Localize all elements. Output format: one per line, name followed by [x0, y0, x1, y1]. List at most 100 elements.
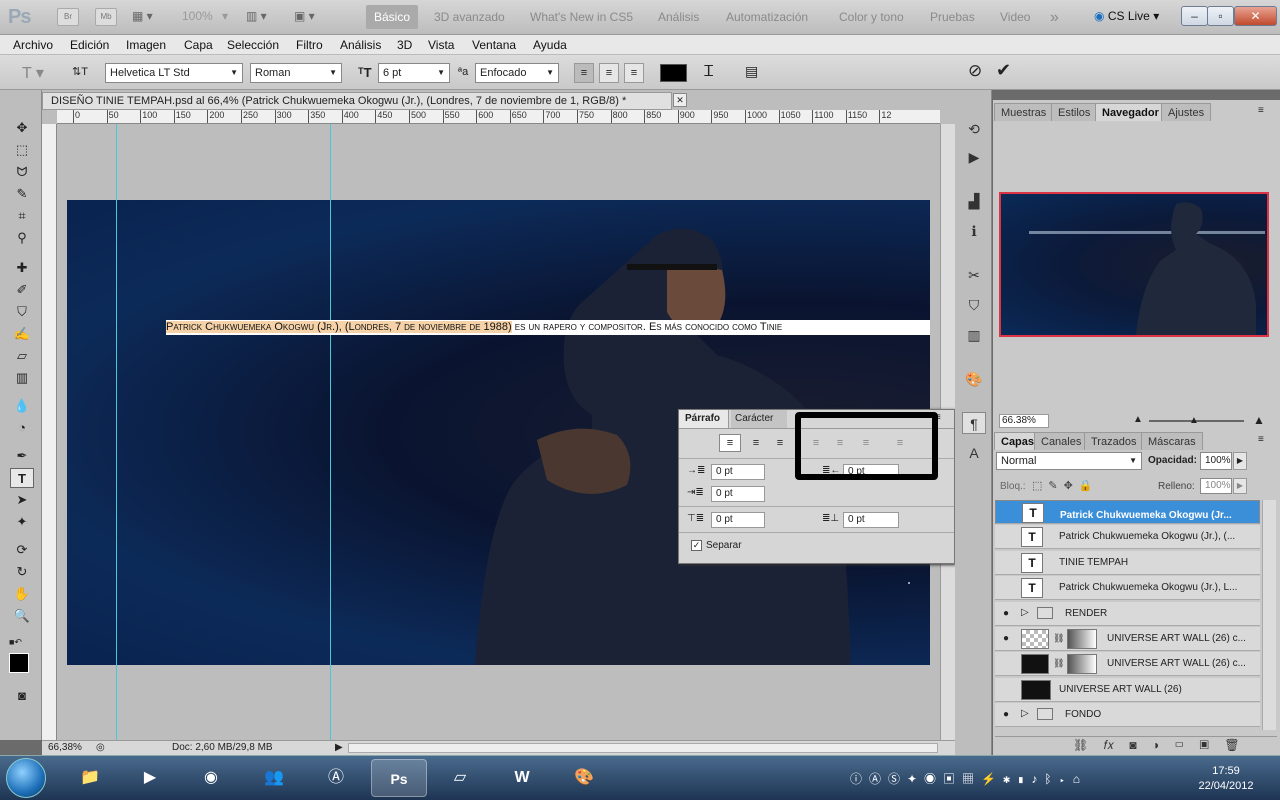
- quick-selection-tool-icon[interactable]: ✎: [10, 184, 34, 204]
- lock-icons[interactable]: ⬚✎✥🔒: [1032, 479, 1099, 492]
- type-tool-icon[interactable]: T: [10, 468, 34, 488]
- indent-left-field[interactable]: 0 pt: [711, 464, 765, 480]
- opacity-arrow-icon[interactable]: ▶: [1233, 452, 1247, 470]
- paragraph-panel-icon[interactable]: ¶: [962, 412, 986, 434]
- bridge-icon[interactable]: Br: [57, 8, 79, 26]
- shape-tool-icon[interactable]: ✦: [10, 512, 34, 532]
- healing-brush-tool-icon[interactable]: ✚: [10, 258, 34, 278]
- align-left-button[interactable]: ≡: [574, 63, 594, 83]
- zoom-readout[interactable]: 66,38%: [48, 741, 82, 755]
- tab-navegador[interactable]: Navegador: [1095, 103, 1166, 121]
- eyedropper-tool-icon[interactable]: ⚲: [10, 228, 34, 248]
- gradient-tool-icon[interactable]: ▥: [10, 368, 34, 388]
- layer-row[interactable]: T TINIE TEMPAH: [995, 551, 1260, 575]
- tab-estilos[interactable]: Estilos: [1051, 103, 1098, 121]
- taskbar-avast-icon[interactable]: Ⓐ: [308, 759, 364, 797]
- fill-field[interactable]: 100%: [1200, 478, 1232, 494]
- 3d-rotate-tool-icon[interactable]: ⟳: [10, 540, 34, 560]
- horizontal-scrollbar[interactable]: [348, 743, 938, 753]
- cancel-edits-icon[interactable]: ⊘: [968, 61, 982, 81]
- fill-arrow-icon[interactable]: ▶: [1233, 478, 1247, 494]
- tab-caracter[interactable]: Carácter: [731, 410, 787, 428]
- taskbar-word-icon[interactable]: W: [494, 759, 550, 797]
- tab-canales[interactable]: Canales: [1034, 432, 1089, 450]
- layers-scrollbar[interactable]: [1262, 500, 1276, 730]
- menu-3d[interactable]: 3D: [397, 38, 412, 52]
- panel-menu-icon[interactable]: ≡: [1258, 105, 1264, 116]
- foreground-color-swatch[interactable]: [9, 653, 29, 673]
- tool-presets-panel-icon[interactable]: ✂: [962, 264, 986, 286]
- pen-tool-icon[interactable]: ✒: [10, 446, 34, 466]
- warp-text-icon[interactable]: Ꮖ: [704, 63, 714, 80]
- blend-mode-select[interactable]: Normal ▼: [996, 452, 1142, 470]
- minimize-button[interactable]: –: [1181, 6, 1208, 26]
- layer-row[interactable]: ● ⛓ UNIVERSE ART WALL (26) c...: [995, 627, 1260, 651]
- brush-tool-icon[interactable]: ✐: [10, 280, 34, 300]
- cs-live-button[interactable]: ◉ CS Live ▾: [1094, 9, 1159, 23]
- clone-source-panel-icon[interactable]: ⛉: [962, 294, 986, 316]
- navigator-preview[interactable]: [999, 192, 1269, 337]
- layer-row[interactable]: ● ▷ FONDO: [995, 703, 1260, 727]
- hyphenate-checkbox[interactable]: ✓: [691, 540, 702, 551]
- menu-archivo[interactable]: Archivo: [13, 38, 53, 52]
- brush-presets-panel-icon[interactable]: ▥: [962, 324, 986, 346]
- type-tool-preset-icon[interactable]: T ▾: [22, 63, 44, 83]
- eye-icon[interactable]: ●: [999, 608, 1013, 619]
- first-line-indent-field[interactable]: 0 pt: [711, 486, 765, 502]
- taskbar-media-player-icon[interactable]: ▶: [122, 759, 178, 797]
- workspace-video[interactable]: Video: [992, 0, 1038, 35]
- taskbar-photoshop-icon[interactable]: Ps: [371, 759, 427, 797]
- layer-row[interactable]: T Patrick Chukwuemeka Okogwu (Jr.), L...: [995, 576, 1260, 600]
- histogram-panel-icon[interactable]: ▟: [962, 190, 986, 212]
- workspace-automatizacion[interactable]: Automatización: [718, 0, 816, 35]
- eraser-tool-icon[interactable]: ▱: [10, 346, 34, 366]
- path-selection-tool-icon[interactable]: ➤: [10, 490, 34, 510]
- close-button[interactable]: ✕: [1234, 6, 1277, 26]
- taskbar-paint-icon[interactable]: 🎨: [556, 759, 612, 797]
- history-panel-icon[interactable]: ⟲: [962, 118, 986, 140]
- screen-mode-button[interactable]: ▣ ▾: [294, 9, 315, 23]
- mini-bridge-icon[interactable]: Mb: [95, 8, 117, 26]
- navigator-zoom-field[interactable]: 66.38%: [999, 414, 1049, 428]
- guide-line[interactable]: [330, 124, 331, 740]
- align-center-button[interactable]: ≡: [599, 63, 619, 83]
- workspace-color-tono[interactable]: Color y tono: [831, 0, 912, 35]
- taskbar-explorer-icon[interactable]: 📁: [62, 759, 118, 797]
- zoom-slider-thumb[interactable]: ▲: [1189, 415, 1199, 426]
- document-tab[interactable]: DISEÑO TINIE TEMPAH.psd al 66,4% (Patric…: [42, 92, 687, 110]
- zoom-level-combo[interactable]: 100%: [182, 9, 213, 23]
- tab-ajustes[interactable]: Ajustes: [1161, 103, 1212, 121]
- start-button[interactable]: [6, 758, 46, 798]
- menu-ayuda[interactable]: Ayuda: [533, 38, 567, 52]
- align-center-paragraph-button[interactable]: ≡: [747, 434, 765, 452]
- workspace-3d-avanzado[interactable]: 3D avanzado: [426, 0, 513, 35]
- 3d-orbit-tool-icon[interactable]: ↻: [10, 562, 34, 582]
- close-document-icon[interactable]: ✕: [673, 93, 687, 107]
- zoom-dropdown-icon[interactable]: ▾: [222, 9, 228, 23]
- view-extras-button[interactable]: ▦ ▾: [132, 9, 153, 23]
- history-brush-tool-icon[interactable]: ✍: [10, 324, 34, 344]
- menu-filtro[interactable]: Filtro: [296, 38, 323, 52]
- editing-text-layer[interactable]: Patrick Chukwuemeka Okogwu (Jr.), (Londr…: [166, 320, 930, 335]
- toggle-text-orientation-icon[interactable]: ⇅T: [70, 63, 90, 83]
- space-after-field[interactable]: 0 pt: [843, 512, 899, 528]
- menu-vista[interactable]: Vista: [428, 38, 454, 52]
- menu-edicion[interactable]: Edición: [70, 38, 109, 52]
- default-colors-icon[interactable]: ■↶: [9, 637, 22, 648]
- hand-tool-icon[interactable]: ✋: [10, 584, 34, 604]
- font-family-select[interactable]: Helvetica LT Std ▼: [105, 63, 243, 83]
- status-menu-arrow-icon[interactable]: ▶: [335, 741, 343, 755]
- panel-menu-icon[interactable]: ≡: [1258, 434, 1264, 445]
- blur-tool-icon[interactable]: 💧: [10, 396, 34, 416]
- color-panel-icon[interactable]: 🎨: [962, 368, 986, 390]
- lasso-tool-icon[interactable]: ᗢ: [10, 162, 34, 182]
- crop-tool-icon[interactable]: ⌗: [10, 206, 34, 226]
- system-tray-icons[interactable]: ⓘⒶⓈ✦◉▣▦⚡✱▮♪ᛒ▸⌂: [850, 770, 1087, 787]
- font-size-select[interactable]: 6 pt ▼: [378, 63, 450, 83]
- workspace-more-button[interactable]: »: [1042, 0, 1067, 35]
- expand-group-icon[interactable]: ▷: [1021, 607, 1029, 618]
- antialias-select[interactable]: Enfocado ▼: [475, 63, 559, 83]
- character-panel-icon[interactable]: A: [962, 442, 986, 464]
- horizontal-ruler[interactable]: 0 50 100 150 200 250 300 350 400 450 500 550 600 650 7…: [57, 110, 940, 124]
- status-info-icon[interactable]: ◎: [96, 741, 105, 755]
